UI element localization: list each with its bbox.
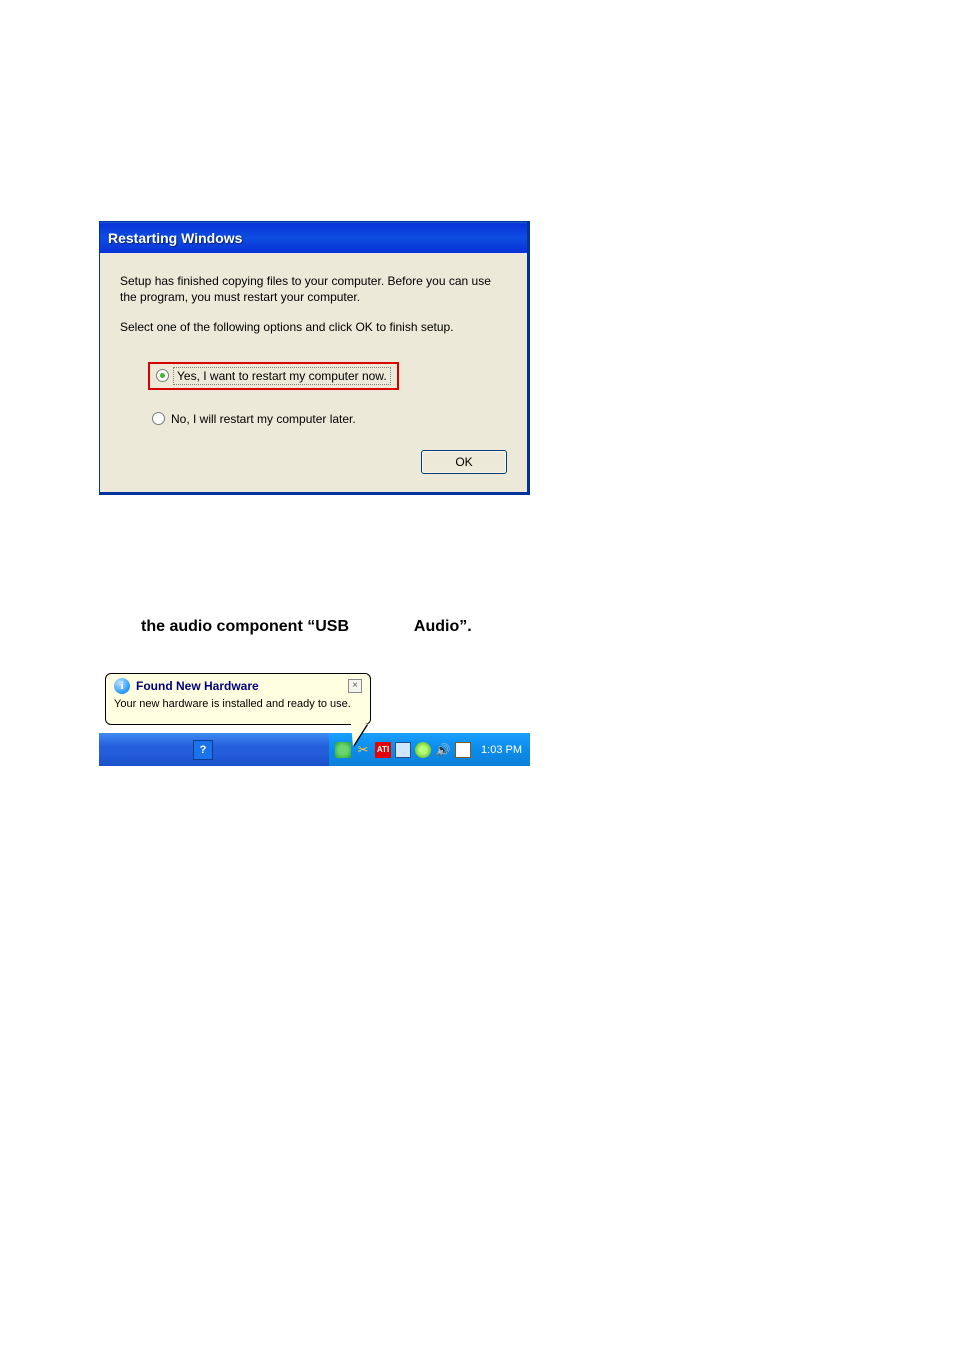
- app-tray-icon[interactable]: [455, 742, 471, 758]
- instruction-text: the audio component “USB Audio”.: [141, 618, 472, 636]
- restart-options-group: Yes, I want to restart my computer now. …: [148, 362, 507, 429]
- radio-unselected-icon: [152, 412, 165, 425]
- info-icon: i: [114, 678, 130, 694]
- restart-option-yes[interactable]: Yes, I want to restart my computer now.: [148, 362, 399, 390]
- balloon-tail-icon: [351, 724, 367, 746]
- disc-drive-icon[interactable]: [415, 742, 431, 758]
- radio-selected-icon: [156, 369, 169, 382]
- ati-icon[interactable]: ATI: [375, 742, 391, 758]
- language-indicator[interactable]: ?: [193, 740, 213, 760]
- balloon-title-group: i Found New Hardware: [114, 678, 259, 694]
- dialog-paragraph-1: Setup has finished copying files to your…: [120, 273, 507, 305]
- found-new-hardware-balloon: i Found New Hardware × Your new hardware…: [105, 673, 371, 725]
- balloon-body-text: Your new hardware is installed and ready…: [114, 698, 362, 710]
- restart-option-yes-label: Yes, I want to restart my computer now.: [173, 367, 391, 385]
- language-indicator-label: ?: [200, 744, 207, 756]
- taskbar-clock[interactable]: 1:03 PM: [481, 744, 522, 756]
- security-shield-icon[interactable]: [335, 742, 351, 758]
- volume-icon[interactable]: [435, 742, 451, 758]
- dialog-body: Setup has finished copying files to your…: [100, 253, 527, 492]
- dialog-title: Restarting Windows: [108, 230, 242, 246]
- taskbar-left: ?: [99, 740, 329, 760]
- balloon-title-text: Found New Hardware: [136, 679, 259, 693]
- balloon-header: i Found New Hardware ×: [114, 678, 362, 694]
- display-settings-icon[interactable]: [395, 742, 411, 758]
- dialog-button-row: OK: [120, 450, 507, 474]
- balloon-close-button[interactable]: ×: [348, 679, 362, 693]
- taskbar-area: i Found New Hardware × Your new hardware…: [99, 673, 530, 768]
- restart-option-no[interactable]: No, I will restart my computer later.: [152, 412, 356, 426]
- restart-windows-dialog: Restarting Windows Setup has finished co…: [99, 221, 530, 495]
- instruction-seg2: Audio”.: [414, 618, 472, 636]
- taskbar: ? ATI 1:03 PM: [99, 733, 530, 766]
- instruction-seg1: the audio component “USB: [141, 618, 349, 636]
- ok-button[interactable]: OK: [421, 450, 507, 474]
- dialog-paragraph-2: Select one of the following options and …: [120, 319, 507, 335]
- dialog-titlebar[interactable]: Restarting Windows: [100, 222, 527, 253]
- restart-option-no-label: No, I will restart my computer later.: [171, 412, 356, 426]
